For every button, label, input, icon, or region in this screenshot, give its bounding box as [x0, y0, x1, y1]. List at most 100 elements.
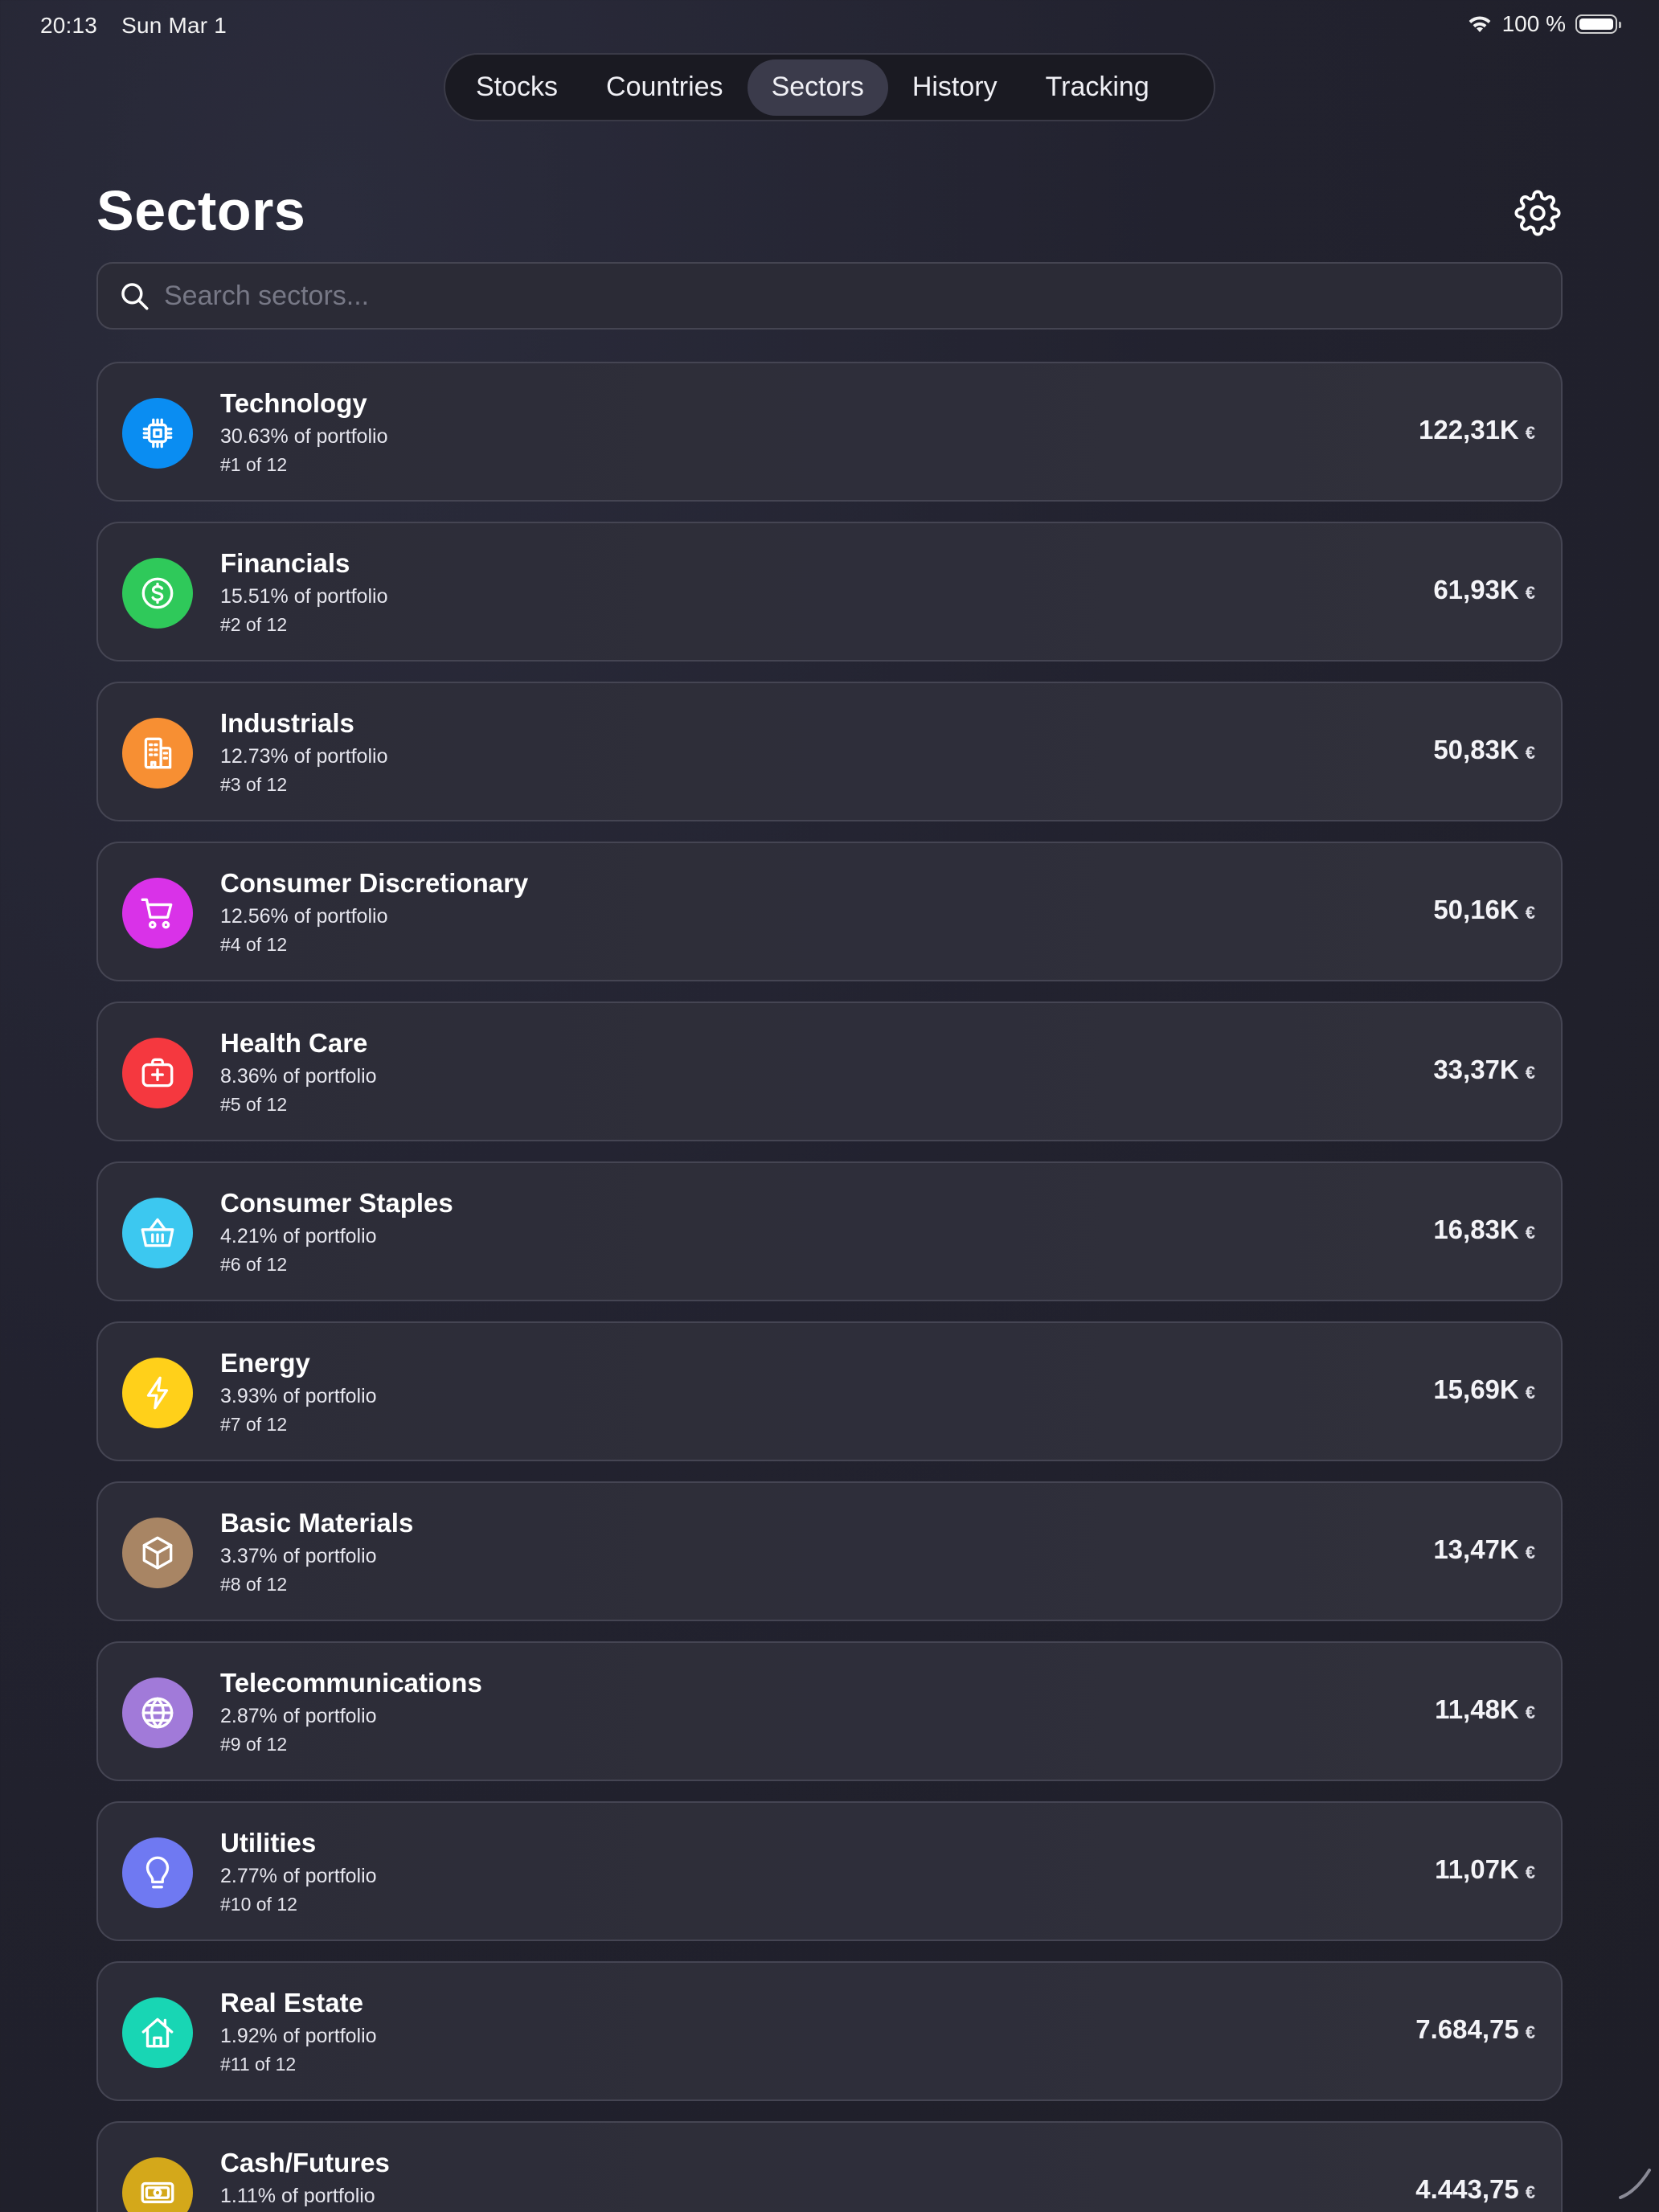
- sector-card[interactable]: Industrials 12.73% of portfolio #3 of 12 50…: [96, 682, 1563, 821]
- sector-value: 50,16K €: [1433, 895, 1535, 925]
- sector-value-amount: 7.684,75: [1415, 2014, 1519, 2044]
- sector-name: Basic Materials: [220, 1508, 414, 1538]
- currency-symbol: €: [1525, 2022, 1535, 2042]
- currency-symbol: €: [1525, 903, 1535, 923]
- search-bar[interactable]: [96, 262, 1563, 330]
- sector-avatar: [122, 1677, 193, 1748]
- sector-value: 4.443,75 €: [1415, 2174, 1535, 2205]
- sector-rank: #9 of 12: [220, 1734, 288, 1755]
- sector-card[interactable]: Real Estate 1.92% of portfolio #11 of 12 7.…: [96, 1961, 1563, 2101]
- battery-percent: 100 %: [1501, 11, 1566, 36]
- banknote-icon: [141, 2181, 174, 2204]
- gear-icon[interactable]: [1514, 190, 1561, 236]
- sector-value-amount: 61,93K: [1433, 575, 1519, 604]
- sector-percent: 1.11% of portfolio: [220, 2185, 375, 2207]
- tab-tracking[interactable]: Tracking: [1022, 59, 1174, 116]
- page-title: Sectors: [96, 179, 306, 242]
- currency-symbol: €: [1525, 1862, 1535, 1882]
- sector-info: Financials 15.51% of portfolio #2 of 12: [220, 547, 387, 636]
- sector-percent: 1.92% of portfolio: [220, 2025, 377, 2047]
- sector-avatar: [122, 1518, 193, 1588]
- sector-percent: 3.37% of portfolio: [220, 1545, 377, 1567]
- sector-card[interactable]: Financials 15.51% of portfolio #2 of 12 61,…: [96, 522, 1563, 662]
- sector-value: 11,48K €: [1435, 1694, 1535, 1725]
- sector-card[interactable]: Basic Materials 3.37% of portfolio #8 of 1…: [96, 1481, 1563, 1621]
- segmented-tab-bar: Stocks Countries Sectors History Tracking: [444, 53, 1215, 121]
- sector-percent: 2.87% of portfolio: [220, 1705, 377, 1727]
- currency-symbol: €: [1525, 743, 1535, 763]
- sector-rank: #4 of 12: [220, 934, 288, 955]
- sector-rank: #7 of 12: [220, 1414, 288, 1435]
- sector-percent: 30.63% of portfolio: [220, 425, 388, 448]
- sector-value: 15,69K €: [1433, 1374, 1535, 1405]
- sector-value-amount: 50,16K: [1433, 895, 1519, 924]
- status-time-date: 20:13 Sun Mar 1: [40, 13, 227, 39]
- tab-countries[interactable]: Countries: [582, 59, 748, 116]
- sector-card[interactable]: Utilities 2.77% of portfolio #10 of 12 11,0…: [96, 1801, 1563, 1941]
- sector-name: Real Estate: [220, 1988, 363, 2017]
- sector-avatar: [122, 1837, 193, 1908]
- sector-value: 16,83K €: [1433, 1215, 1535, 1245]
- tab-sectors[interactable]: Sectors: [747, 59, 888, 116]
- status-date: Sun Mar 1: [121, 13, 227, 38]
- search-input[interactable]: [164, 280, 1561, 312]
- sector-rank: #1 of 12: [220, 454, 288, 475]
- sector-rank: #5 of 12: [220, 1094, 288, 1115]
- sector-card[interactable]: Technology 30.63% of portfolio #1 of 12 122…: [96, 362, 1563, 502]
- sector-list: Technology 30.63% of portfolio #1 of 12 122…: [96, 362, 1563, 2212]
- sector-rank: #2 of 12: [220, 614, 288, 635]
- sector-value: 50,83K €: [1433, 735, 1535, 765]
- sector-avatar: [122, 878, 193, 948]
- sector-value-amount: 33,37K: [1433, 1055, 1519, 1084]
- currency-symbol: €: [1525, 583, 1535, 603]
- tab-history[interactable]: History: [888, 59, 1022, 116]
- cube-icon: [142, 1536, 173, 1570]
- house-icon: [141, 2017, 174, 2048]
- sector-avatar: [122, 1997, 193, 2068]
- sector-name: Consumer Discretionary: [220, 868, 529, 898]
- currency-symbol: €: [1525, 1542, 1535, 1563]
- sector-value-amount: 122,31K: [1418, 415, 1519, 444]
- sector-value: 33,37K €: [1433, 1055, 1535, 1085]
- sector-name: Consumer Staples: [220, 1188, 453, 1218]
- sector-avatar: [122, 1358, 193, 1428]
- lightning-icon: [146, 1376, 169, 1410]
- sector-name: Industrials: [220, 708, 354, 738]
- currency-symbol: €: [1525, 423, 1535, 443]
- chip-icon: [142, 418, 173, 449]
- sector-value-amount: 16,83K: [1433, 1215, 1519, 1244]
- currency-symbol: €: [1525, 1063, 1535, 1083]
- sector-card[interactable]: Energy 3.93% of portfolio #7 of 12 15,69K €: [96, 1321, 1563, 1461]
- sector-rank: #10 of 12: [220, 1894, 297, 1915]
- sector-avatar: [122, 2157, 193, 2212]
- cart-icon: [141, 898, 173, 929]
- sector-card[interactable]: Telecommunications 2.87% of portfolio #9 o…: [96, 1641, 1563, 1781]
- sector-avatar: [122, 1038, 193, 1108]
- currency-symbol: €: [1525, 1702, 1535, 1722]
- sector-name: Utilities: [220, 1828, 317, 1858]
- sector-value-amount: 11,48K: [1435, 1694, 1519, 1724]
- medkit-icon: [141, 1058, 174, 1088]
- status-bar: 20:13 Sun Mar 1 100 %: [0, 0, 1659, 51]
- currency-symbol: €: [1525, 1382, 1535, 1403]
- sector-info: Consumer Staples 4.21% of portfolio #6 of …: [220, 1187, 453, 1276]
- sector-info: Industrials 12.73% of portfolio #3 of 12: [220, 707, 387, 796]
- status-time: 20:13: [40, 13, 98, 38]
- sector-info: Technology 30.63% of portfolio #1 of 12: [220, 387, 387, 476]
- lightbulb-icon: [145, 1856, 170, 1889]
- sector-name: Telecommunications: [220, 1668, 482, 1698]
- sector-card[interactable]: Health Care 8.36% of portfolio #5 of 12 33,…: [96, 1002, 1563, 1141]
- sector-card[interactable]: Cash/Futures1.11% of portfolio#12 of 124…: [96, 2121, 1563, 2212]
- sector-percent: 8.36% of portfolio: [220, 1065, 377, 1088]
- wifi-icon: [1469, 16, 1490, 32]
- sector-name: Energy: [220, 1348, 310, 1378]
- sector-percent: 15.51% of portfolio: [220, 585, 388, 608]
- sector-info: Energy 3.93% of portfolio #7 of 12: [220, 1347, 377, 1436]
- tab-stocks[interactable]: Stocks: [452, 59, 582, 116]
- sector-value-amount: 13,47K: [1433, 1534, 1519, 1564]
- sector-card[interactable]: Consumer Discretionary 12.56% of portfoli…: [96, 842, 1563, 981]
- scroll-indicator: [1619, 2169, 1651, 2199]
- sector-card[interactable]: Consumer Staples 4.21% of portfolio #6 of …: [96, 1161, 1563, 1301]
- sector-name: Cash/Futures: [220, 2148, 390, 2177]
- currency-symbol: €: [1525, 2182, 1535, 2202]
